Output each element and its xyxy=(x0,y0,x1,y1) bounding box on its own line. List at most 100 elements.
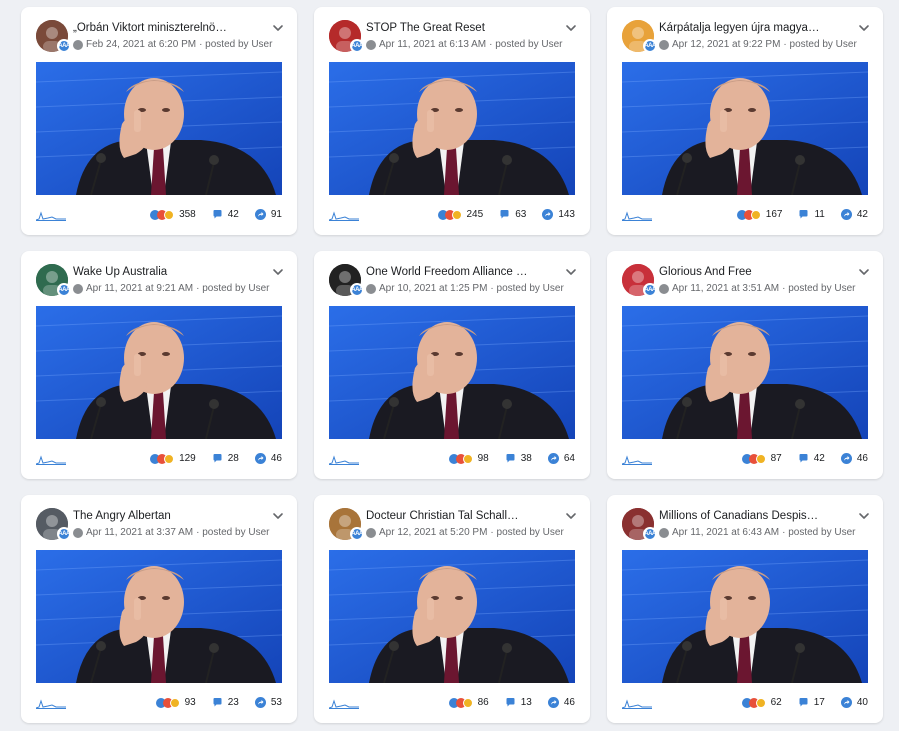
reactions-icon xyxy=(155,697,180,708)
post-page-title[interactable]: One World Freedom Alliance G… xyxy=(366,266,536,278)
comments-stat[interactable]: 13 xyxy=(505,697,532,708)
engagement-sparkline xyxy=(329,211,359,221)
post-image[interactable] xyxy=(329,550,575,683)
putin-photo xyxy=(329,306,575,439)
comments-stat[interactable]: 17 xyxy=(798,697,825,708)
post-image[interactable] xyxy=(329,62,575,195)
post-card[interactable]: AAA STOP The Great Reset Apr 11, 2021 at… xyxy=(314,7,590,235)
shares-stat[interactable]: 46 xyxy=(840,453,868,464)
chevron-down-icon[interactable] xyxy=(271,21,285,35)
reactions-stat[interactable]: 86 xyxy=(448,697,489,708)
chevron-down-icon[interactable] xyxy=(271,509,285,523)
post-page-title[interactable]: The Angry Albertan xyxy=(73,510,243,522)
shares-stat[interactable]: 40 xyxy=(840,697,868,708)
post-page-title[interactable]: Wake Up Australia xyxy=(73,266,243,278)
comment-icon xyxy=(500,210,509,219)
reactions-stat[interactable]: 93 xyxy=(155,697,196,708)
post-image[interactable] xyxy=(329,306,575,439)
post-date: Apr 11, 2021 at 9:21 AM xyxy=(86,283,194,294)
shares-stat[interactable]: 46 xyxy=(254,453,282,464)
post-page-title[interactable]: Kárpátalja legyen újra magya… xyxy=(659,22,829,34)
facebook-icon xyxy=(73,39,83,50)
account-badge-icon: AAA xyxy=(350,39,364,53)
post-image[interactable] xyxy=(36,550,282,683)
comments-stat[interactable]: 42 xyxy=(798,453,825,464)
post-image[interactable] xyxy=(622,306,868,439)
comments-count: 28 xyxy=(227,453,239,464)
post-date: Apr 12, 2021 at 5:20 PM xyxy=(379,527,488,538)
post-image[interactable] xyxy=(622,62,868,195)
chevron-down-icon[interactable] xyxy=(857,21,871,35)
shares-stat[interactable]: 143 xyxy=(542,209,575,220)
comments-stat[interactable]: 28 xyxy=(212,453,239,464)
reactions-stat[interactable]: 98 xyxy=(448,453,489,464)
comments-stat[interactable]: 42 xyxy=(212,209,239,220)
post-stats: 98 38 64 xyxy=(433,453,575,464)
shares-stat[interactable]: 64 xyxy=(547,453,575,464)
post-page-title[interactable]: STOP The Great Reset xyxy=(366,22,536,34)
comments-count: 63 xyxy=(515,209,527,220)
chevron-down-icon[interactable] xyxy=(857,509,871,523)
post-meta: Feb 24, 2021 at 6:20 PM · posted by User xyxy=(73,39,272,50)
post-image[interactable] xyxy=(622,550,868,683)
facebook-icon xyxy=(366,283,376,294)
post-card[interactable]: AAA Glorious And Free Apr 11, 2021 at 3:… xyxy=(607,251,883,479)
facebook-icon xyxy=(366,39,376,50)
post-page-title[interactable]: Glorious And Free xyxy=(659,266,829,278)
comments-stat[interactable]: 11 xyxy=(798,209,825,220)
posted-by: · posted by User xyxy=(489,39,563,50)
chevron-down-icon[interactable] xyxy=(271,265,285,279)
account-badge-icon: AAA xyxy=(57,283,71,297)
putin-photo xyxy=(329,550,575,683)
chevron-down-icon[interactable] xyxy=(564,265,578,279)
post-image[interactable] xyxy=(36,306,282,439)
comment-icon xyxy=(799,454,808,463)
post-stats: 167 11 42 xyxy=(721,209,868,220)
comments-stat[interactable]: 38 xyxy=(505,453,532,464)
post-page-title[interactable]: „Orbán Viktort miniszterelnö… xyxy=(73,22,243,34)
share-icon xyxy=(840,209,852,220)
shares-count: 40 xyxy=(856,697,868,708)
posted-by: · posted by User xyxy=(783,39,857,50)
shares-stat[interactable]: 91 xyxy=(254,209,282,220)
reactions-stat[interactable]: 87 xyxy=(741,453,782,464)
post-card[interactable]: AAA Kárpátalja legyen újra magya… Apr 12… xyxy=(607,7,883,235)
comments-count: 11 xyxy=(814,209,825,220)
reactions-stat[interactable]: 245 xyxy=(437,209,483,220)
reactions-stat[interactable]: 129 xyxy=(150,453,196,464)
chevron-down-icon[interactable] xyxy=(857,265,871,279)
facebook-icon xyxy=(366,527,376,538)
chevron-down-icon[interactable] xyxy=(564,21,578,35)
comments-stat[interactable]: 63 xyxy=(499,209,526,220)
reactions-stat[interactable]: 167 xyxy=(736,209,783,220)
reactions-icon xyxy=(150,453,175,464)
post-page-title[interactable]: Millions of Canadians Despis… xyxy=(659,510,829,522)
post-card[interactable]: AAA One World Freedom Alliance G… Apr 10… xyxy=(314,251,590,479)
facebook-icon xyxy=(659,283,669,294)
comments-count: 42 xyxy=(813,453,825,464)
shares-stat[interactable]: 42 xyxy=(840,209,868,220)
post-card[interactable]: AAA The Angry Albertan Apr 11, 2021 at 3… xyxy=(21,495,297,723)
reactions-stat[interactable]: 62 xyxy=(741,697,782,708)
shares-stat[interactable]: 53 xyxy=(254,697,282,708)
posted-by: · posted by User xyxy=(782,283,856,294)
account-badge-icon: AAA xyxy=(643,527,657,541)
post-card[interactable]: AAA Wake Up Australia Apr 11, 2021 at 9:… xyxy=(21,251,297,479)
reactions-count: 62 xyxy=(770,697,782,708)
post-page-title[interactable]: Docteur Christian Tal Schall… xyxy=(366,510,536,522)
reactions-stat[interactable]: 358 xyxy=(150,209,196,220)
shares-count: 53 xyxy=(270,697,282,708)
post-card[interactable]: AAA „Orbán Viktort miniszterelnö… Feb 24… xyxy=(21,7,297,235)
reactions-icon xyxy=(741,697,766,708)
engagement-sparkline xyxy=(622,211,652,221)
post-card[interactable]: AAA Docteur Christian Tal Schall… Apr 12… xyxy=(314,495,590,723)
comment-icon xyxy=(506,454,515,463)
post-card[interactable]: AAA Millions of Canadians Despis… Apr 11… xyxy=(607,495,883,723)
shares-stat[interactable]: 46 xyxy=(547,697,575,708)
shares-count: 64 xyxy=(563,453,575,464)
engagement-sparkline xyxy=(36,211,66,221)
post-image[interactable] xyxy=(36,62,282,195)
reactions-count: 167 xyxy=(765,209,783,220)
chevron-down-icon[interactable] xyxy=(564,509,578,523)
comments-stat[interactable]: 23 xyxy=(212,697,239,708)
